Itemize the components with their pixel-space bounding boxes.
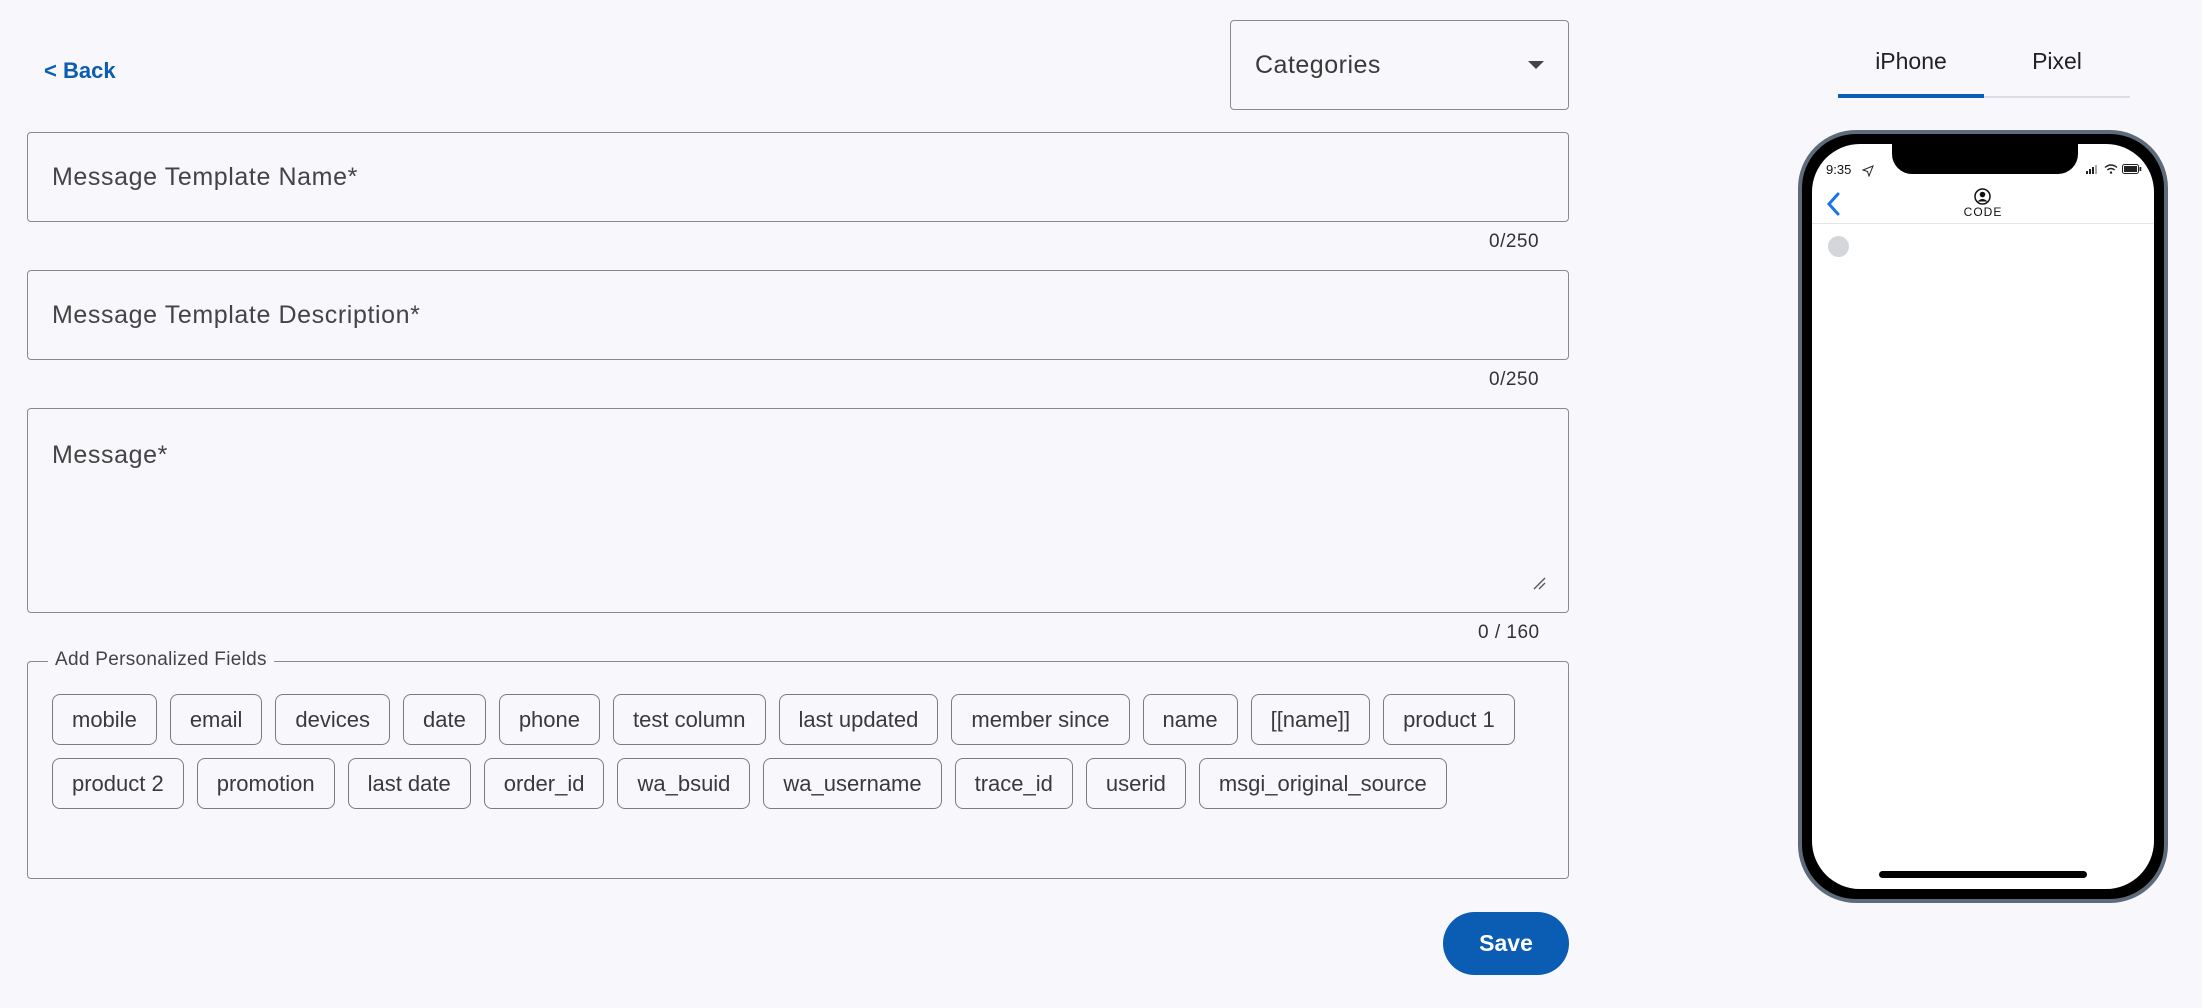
message-placeholder: Message*	[52, 441, 168, 469]
location-arrow-icon	[1862, 165, 1874, 177]
personalized-field-chip[interactable]: msgi_original_source	[1198, 758, 1447, 809]
personalized-field-chip[interactable]: last updated	[778, 694, 939, 745]
status-icons	[2086, 164, 2142, 174]
active-tab-indicator	[1838, 94, 1984, 98]
tab-iphone[interactable]: iPhone	[1838, 40, 1984, 98]
tab-pixel[interactable]: Pixel	[1984, 40, 2130, 98]
template-name-counter: 0/250	[1489, 231, 1540, 252]
template-description-placeholder: Message Template Description*	[52, 300, 421, 329]
phone-notch	[1892, 144, 2078, 174]
template-name-input[interactable]: Message Template Name*	[27, 132, 1569, 222]
status-time: 9:35	[1826, 162, 1852, 177]
personalized-fields-legend: Add Personalized Fields	[48, 649, 274, 671]
personalized-field-chip[interactable]: test column	[613, 694, 766, 745]
personalized-field-chip[interactable]: [[name]]	[1250, 694, 1371, 745]
personalized-field-chip[interactable]: name	[1142, 694, 1238, 745]
personalized-field-chip[interactable]: phone	[498, 694, 600, 745]
personalized-field-chip[interactable]: email	[169, 694, 263, 745]
typing-indicator	[1828, 236, 1849, 257]
personalized-field-chip[interactable]: member since	[951, 694, 1130, 745]
personalized-field-chip[interactable]: wa_bsuid	[617, 758, 751, 809]
template-description-input[interactable]: Message Template Description*	[27, 270, 1569, 360]
device-tabs: iPhone Pixel	[1838, 40, 2130, 98]
signal-icon	[2086, 165, 2097, 174]
personalized-field-chip[interactable]: devices	[275, 694, 390, 745]
personalized-field-chip[interactable]: mobile	[52, 694, 157, 745]
phone-screen: 9:35 CODE	[1812, 144, 2154, 889]
categories-label: Categories	[1255, 50, 1381, 79]
personalized-field-chip[interactable]: order_id	[483, 758, 605, 809]
resize-handle-icon[interactable]	[1532, 576, 1546, 590]
personalized-field-chip[interactable]: last date	[347, 758, 471, 809]
wifi-icon	[2104, 164, 2118, 174]
personalized-chips: mobile email devices date phone test column la…	[52, 694, 1552, 809]
chevron-down-icon	[1528, 61, 1544, 69]
personalized-fields-group: Add Personalized Fields mobile email devic…	[27, 649, 1569, 879]
personalized-field-chip[interactable]: trace_id	[954, 758, 1073, 809]
personalized-field-chip[interactable]: promotion	[196, 758, 335, 809]
back-link[interactable]: < Back	[44, 58, 116, 84]
phone-preview: 9:35 CODE	[1798, 130, 2168, 903]
avatar-icon	[1974, 188, 1991, 205]
message-counter: 0 / 160	[1478, 622, 1540, 643]
personalized-field-chip[interactable]: product 1	[1383, 694, 1515, 745]
template-name-placeholder: Message Template Name*	[52, 162, 358, 191]
categories-select[interactable]: Categories	[1230, 20, 1569, 110]
battery-icon	[2122, 164, 2142, 174]
chat-header: CODE	[1812, 184, 2154, 224]
template-description-counter: 0/250	[1489, 369, 1540, 390]
personalized-field-chip[interactable]: userid	[1085, 758, 1186, 809]
save-button[interactable]: Save	[1443, 912, 1569, 975]
personalized-field-chip[interactable]: product 2	[52, 758, 184, 809]
home-indicator	[1879, 871, 2087, 878]
personalized-field-chip[interactable]: wa_username	[763, 758, 942, 809]
chat-title: CODE	[1963, 205, 2003, 219]
personalized-field-chip[interactable]: date	[402, 694, 486, 745]
message-textarea[interactable]: Message*	[27, 408, 1569, 613]
